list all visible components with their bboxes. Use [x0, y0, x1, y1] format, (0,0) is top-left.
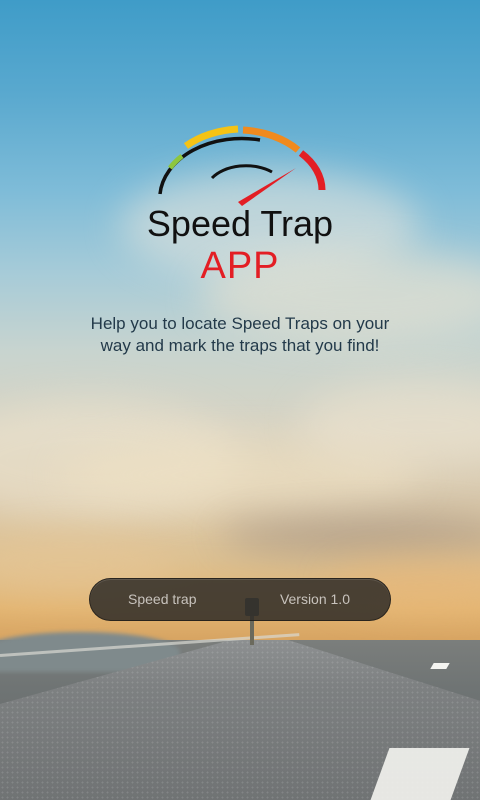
splash-screen: Speed Trap APP Help you to locate Speed …: [0, 0, 480, 800]
app-tagline: Help you to locate Speed Traps on your w…: [90, 314, 390, 355]
version-label: Version 1.0: [279, 591, 350, 607]
app-title: Speed Trap: [146, 203, 334, 244]
app-name-label: Speed trap: [128, 591, 197, 607]
app-info-bar: Speed trap Version 1.0: [89, 578, 391, 621]
app-subtitle: APP: [200, 245, 280, 287]
background-cloud: [220, 515, 480, 555]
